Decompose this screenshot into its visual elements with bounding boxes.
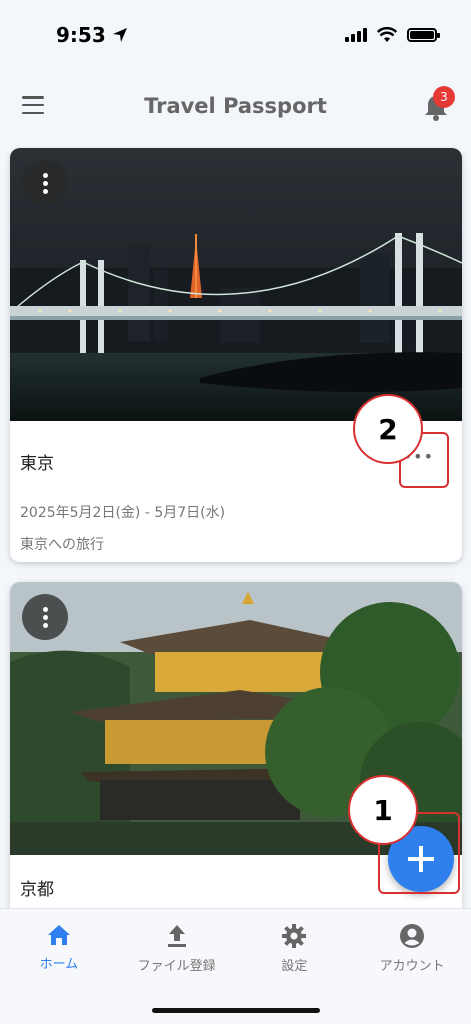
upload-icon	[167, 925, 186, 947]
nav-label: ファイル登録	[137, 959, 216, 974]
annotation-marker-2: 2	[353, 394, 423, 464]
signal-icon	[345, 28, 367, 42]
home-icon	[47, 925, 70, 945]
nav-label: アカウント	[379, 959, 445, 974]
card-options-button[interactable]	[22, 594, 68, 640]
card-options-button[interactable]	[22, 160, 68, 206]
trip-description: 東京への旅行	[20, 537, 104, 553]
bottom-navigation: ホーム ファイル登録 設定 アカウント	[0, 908, 471, 1024]
time-text: 9:53	[56, 23, 106, 47]
nav-label: ホーム	[39, 957, 79, 972]
nav-file-upload[interactable]: ファイル登録	[118, 909, 236, 1024]
notification-badge: 3	[433, 86, 455, 108]
tokyo-night-photo	[10, 148, 462, 421]
nav-settings[interactable]: 設定	[236, 909, 354, 1024]
nav-home[interactable]: ホーム	[0, 909, 118, 1024]
notification-bell-button[interactable]: 3	[423, 86, 455, 121]
status-icons	[345, 27, 440, 43]
hamburger-menu-icon[interactable]	[22, 96, 44, 114]
home-indicator	[152, 1008, 320, 1013]
trip-card-tokyo[interactable]: 東京 ••• 2025年5月2日(金) - 5月7日(水) 東京への旅行	[10, 148, 462, 562]
app-title: Travel Passport	[144, 94, 327, 118]
location-arrow-icon	[112, 28, 127, 42]
status-bar: 9:53	[0, 0, 471, 70]
app-bar: Travel Passport 3	[0, 70, 471, 142]
annotation-marker-1: 1	[348, 775, 418, 845]
gear-icon	[282, 924, 307, 948]
nav-account[interactable]: アカウント	[353, 909, 471, 1024]
nav-label: 設定	[281, 959, 308, 974]
wifi-icon	[377, 27, 397, 42]
account-icon	[400, 924, 425, 948]
battery-icon	[407, 28, 440, 42]
trip-dates: 2025年5月2日(金) - 5月7日(水)	[20, 505, 226, 521]
status-time: 9:53	[56, 23, 128, 47]
